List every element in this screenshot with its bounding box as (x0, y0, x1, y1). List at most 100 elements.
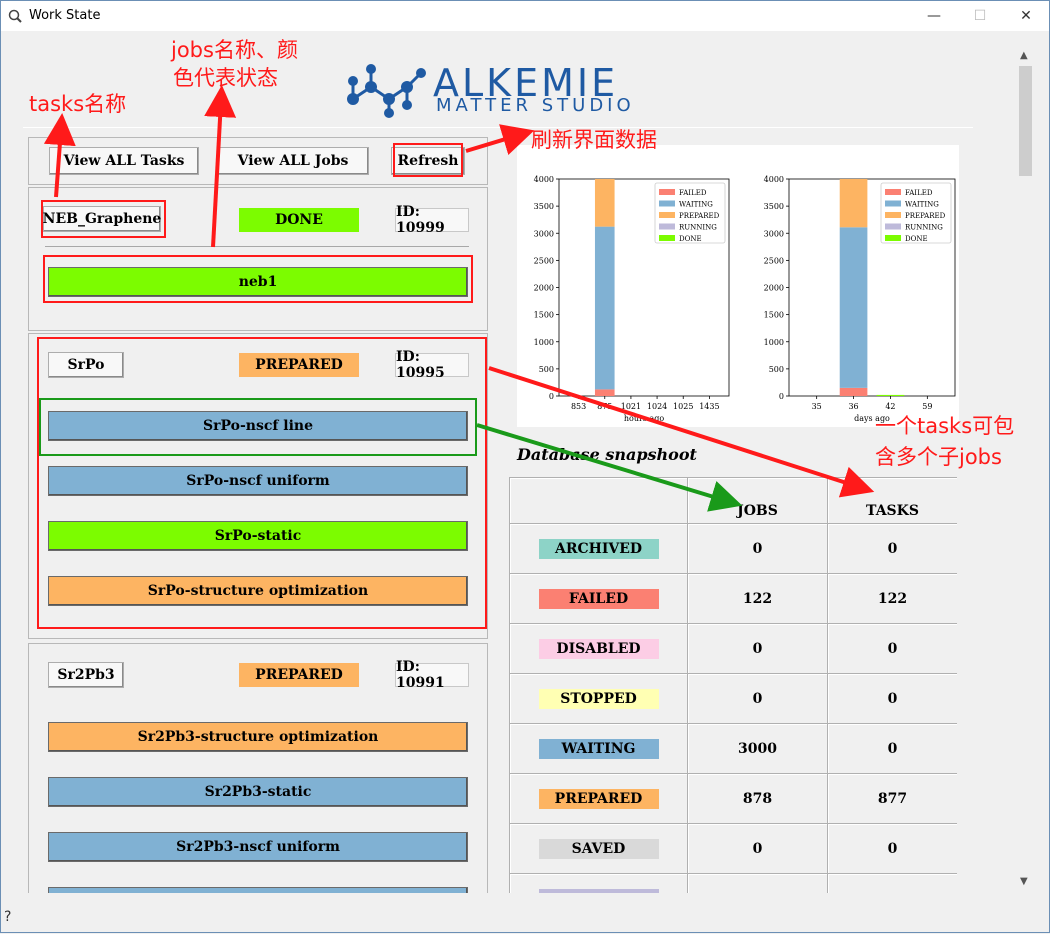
highlight-refresh (393, 143, 463, 177)
legend-label: FAILED (679, 189, 707, 197)
x-tick-label: 1024 (647, 402, 667, 411)
annotation-jobs-name-line2: 色代表状态 (173, 66, 278, 90)
annotation-jobs-name-line1: jobs名称、颜 (171, 38, 298, 62)
annotation-contains-line2: 含多个子jobs (875, 445, 1002, 469)
annotation-refresh-note: 刷新界面数据 (531, 128, 657, 152)
view-all-tasks-button[interactable]: View ALL Tasks (49, 147, 199, 175)
bar-segment (594, 179, 615, 227)
task-name-button[interactable]: Sr2Pb3 (48, 662, 124, 688)
table-row: FAILED (510, 574, 688, 624)
jobs-count: 878 (688, 774, 828, 824)
x-tick-label: 853 (571, 402, 586, 411)
y-tick-label: 1000 (764, 338, 784, 347)
legend-swatch (885, 212, 901, 218)
table-header: TASKS (828, 478, 957, 524)
y-tick-label: 3000 (764, 229, 784, 238)
x-tick-label: 1025 (673, 402, 693, 411)
x-tick-label: 1021 (621, 402, 641, 411)
state-label: WAITING (538, 738, 659, 759)
x-axis-label: hours ago (624, 414, 664, 423)
window-title: Work State (29, 8, 101, 23)
tasks-count: 0 (828, 624, 957, 674)
y-tick-label: 1500 (534, 311, 554, 320)
x-tick-label: 42 (885, 402, 895, 411)
task-status-badge: PREPARED (239, 663, 359, 687)
state-label: SAVED (538, 838, 659, 859)
y-tick-label: 2500 (764, 256, 784, 265)
minimize-button[interactable]: — (911, 1, 957, 31)
view-all-jobs-button[interactable]: View ALL Jobs (217, 147, 369, 175)
bar-segment (594, 389, 615, 396)
table-row (510, 874, 688, 893)
jobs-count: 0 (688, 824, 828, 874)
table-row: STOPPED (510, 674, 688, 724)
task-id: ID: 10999 (395, 204, 469, 236)
y-tick-label: 0 (549, 392, 554, 401)
work-state-window: Work State — ☐ ✕ ALKEMIE MATTER STUDIO V… (0, 0, 1050, 933)
tasks-count: 0 (828, 524, 957, 574)
scrollbar-thumb[interactable] (1019, 66, 1032, 176)
job-button[interactable] (48, 887, 468, 893)
y-tick-label: 3500 (764, 202, 784, 211)
job-button[interactable]: Sr2Pb3-structure optimization (48, 722, 468, 752)
legend-swatch (885, 223, 901, 230)
status-bar: ? (1, 906, 1049, 932)
legend-label: WAITING (679, 201, 713, 209)
vertical-scrollbar[interactable]: ▲ ▼ (1017, 48, 1034, 893)
magnifier-app-icon (8, 9, 22, 23)
alkemie-logo: ALKEMIE MATTER STUDIO (341, 57, 641, 119)
highlight-task-name (41, 200, 166, 238)
close-button[interactable]: ✕ (1003, 1, 1049, 31)
bar-segment (594, 226, 615, 390)
legend-swatch (659, 235, 675, 241)
annotation-contains-line1: 一个tasks可包 (875, 414, 1015, 438)
state-label: DISABLED (538, 638, 659, 659)
bar-segment (839, 227, 868, 388)
y-tick-label: 2000 (534, 284, 554, 293)
scroll-up-arrow-icon[interactable]: ▲ (1020, 50, 1028, 61)
y-tick-label: 2500 (534, 256, 554, 265)
legend-label: DONE (679, 235, 702, 243)
tasks-count: 0 (828, 724, 957, 774)
x-tick-label: 59 (922, 402, 932, 411)
legend-swatch (885, 200, 901, 207)
legend-swatch (659, 200, 675, 207)
molecule-logo-icon (347, 64, 426, 118)
legend-label: PREPARED (905, 212, 946, 220)
task-status-badge: DONE (239, 208, 359, 232)
table-header: JOBS (688, 478, 828, 524)
legend-label: WAITING (905, 201, 939, 209)
state-label: STOPPED (538, 688, 659, 709)
x-tick-label: 35 (812, 402, 822, 411)
charts-panel: 0 500 1000 1500 2000 2500 3000 3500 4000 853 875 10… (517, 145, 959, 427)
y-tick-label: 3500 (534, 202, 554, 211)
job-button[interactable]: Sr2Pb3-nscf uniform (48, 832, 468, 862)
tasks-count: 877 (828, 774, 957, 824)
table-row: SAVED (510, 824, 688, 874)
maximize-button[interactable]: ☐ (957, 1, 1003, 31)
tasks-count: 122 (828, 574, 957, 624)
job-button[interactable]: Sr2Pb3-static (48, 777, 468, 807)
highlight-single-job (39, 398, 477, 456)
state-label: FAILED (538, 588, 659, 609)
jobs-count: 0 (688, 624, 828, 674)
y-tick-label: 4000 (534, 175, 554, 184)
legend-label: DONE (905, 235, 928, 243)
header-divider (23, 127, 973, 128)
legend-swatch (885, 189, 901, 195)
y-tick-label: 500 (539, 365, 554, 374)
legend-swatch (885, 235, 901, 241)
table-row: PREPARED (510, 774, 688, 824)
highlight-job (43, 255, 473, 303)
jobs-count: 3000 (688, 724, 828, 774)
legend-label: FAILED (905, 189, 933, 197)
scroll-down-arrow-icon[interactable]: ▼ (1020, 876, 1028, 887)
x-tick-label: 36 (848, 402, 858, 411)
snapshot-title: Database snapshoot (517, 445, 697, 464)
legend-label: RUNNING (679, 224, 717, 232)
legend-label: PREPARED (679, 212, 720, 220)
jobs-count: 122 (688, 574, 828, 624)
tasks-count (828, 874, 957, 893)
y-tick-label: 500 (769, 365, 784, 374)
help-icon[interactable]: ? (4, 909, 11, 925)
